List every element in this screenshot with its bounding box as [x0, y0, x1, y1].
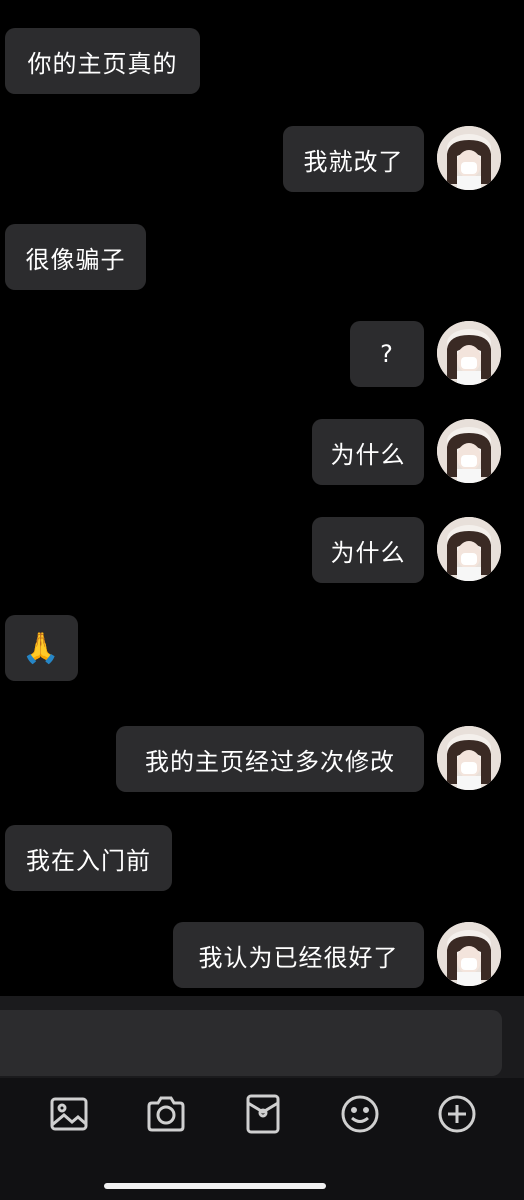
emoji-icon[interactable] — [340, 1094, 380, 1134]
composer-toolbar — [0, 1078, 524, 1200]
message-bubble-outgoing[interactable]: 为什么 — [312, 419, 424, 485]
avatar[interactable] — [437, 419, 501, 483]
message-row: 很像骗子 — [0, 224, 524, 290]
sticker-box-icon[interactable] — [243, 1094, 283, 1134]
message-bubble-outgoing[interactable]: ? — [350, 321, 424, 387]
message-bubble-incoming[interactable]: 🙏 — [5, 615, 78, 681]
message-bubble-incoming[interactable]: 很像骗子 — [5, 224, 146, 290]
message-row: 你的主页真的 — [0, 28, 524, 94]
message-bubble-incoming[interactable]: 你的主页真的 — [5, 28, 200, 94]
message-input[interactable] — [0, 1010, 502, 1076]
message-row: 我认为已经很好了 — [0, 922, 524, 988]
message-row: ? — [0, 321, 524, 387]
message-bubble-outgoing[interactable]: 为什么 — [312, 517, 424, 583]
message-row: 为什么 — [0, 517, 524, 583]
chat-thread: 你的主页真的 我就改了 很像骗子 ? 为什么 为什么 🙏 我的主页经过多次修改 … — [0, 0, 524, 996]
message-bubble-outgoing[interactable]: 我的主页经过多次修改 — [116, 726, 424, 792]
home-indicator[interactable] — [104, 1183, 326, 1189]
message-row: 我就改了 — [0, 126, 524, 192]
message-bubble-outgoing[interactable]: 我就改了 — [283, 126, 424, 192]
message-bubble-outgoing[interactable]: 我认为已经很好了 — [173, 922, 424, 988]
image-icon[interactable] — [49, 1094, 89, 1134]
avatar[interactable] — [437, 126, 501, 190]
avatar[interactable] — [437, 922, 501, 986]
message-row: 🙏 — [0, 615, 524, 681]
camera-icon[interactable] — [146, 1094, 186, 1134]
message-row: 为什么 — [0, 419, 524, 485]
avatar[interactable] — [437, 321, 501, 385]
message-row: 我在入门前 — [0, 825, 524, 891]
message-bubble-incoming[interactable]: 我在入门前 — [5, 825, 172, 891]
plus-icon[interactable] — [437, 1094, 477, 1134]
avatar[interactable] — [437, 517, 501, 581]
message-row: 我的主页经过多次修改 — [0, 726, 524, 792]
avatar[interactable] — [437, 726, 501, 790]
